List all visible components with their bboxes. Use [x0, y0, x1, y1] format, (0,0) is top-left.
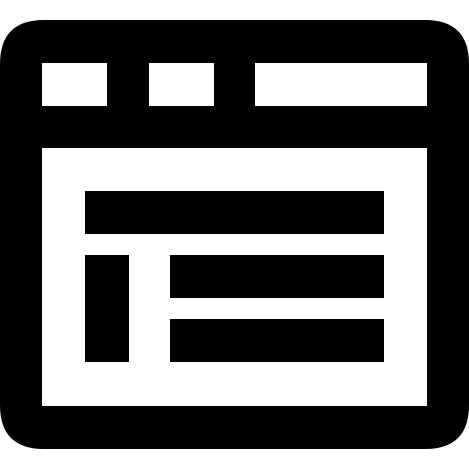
- content-line-2: [170, 319, 384, 362]
- browser-window-layout-icon: [0, 20, 469, 449]
- titlebar-address-bar: [255, 63, 427, 106]
- content-sidebar-block: [85, 255, 129, 362]
- content-line-1: [170, 255, 384, 298]
- titlebar-tab-2: [149, 63, 214, 106]
- icon-canvas: [0, 0, 469, 469]
- content-header-bar: [85, 191, 384, 234]
- titlebar-tab-1: [42, 63, 107, 106]
